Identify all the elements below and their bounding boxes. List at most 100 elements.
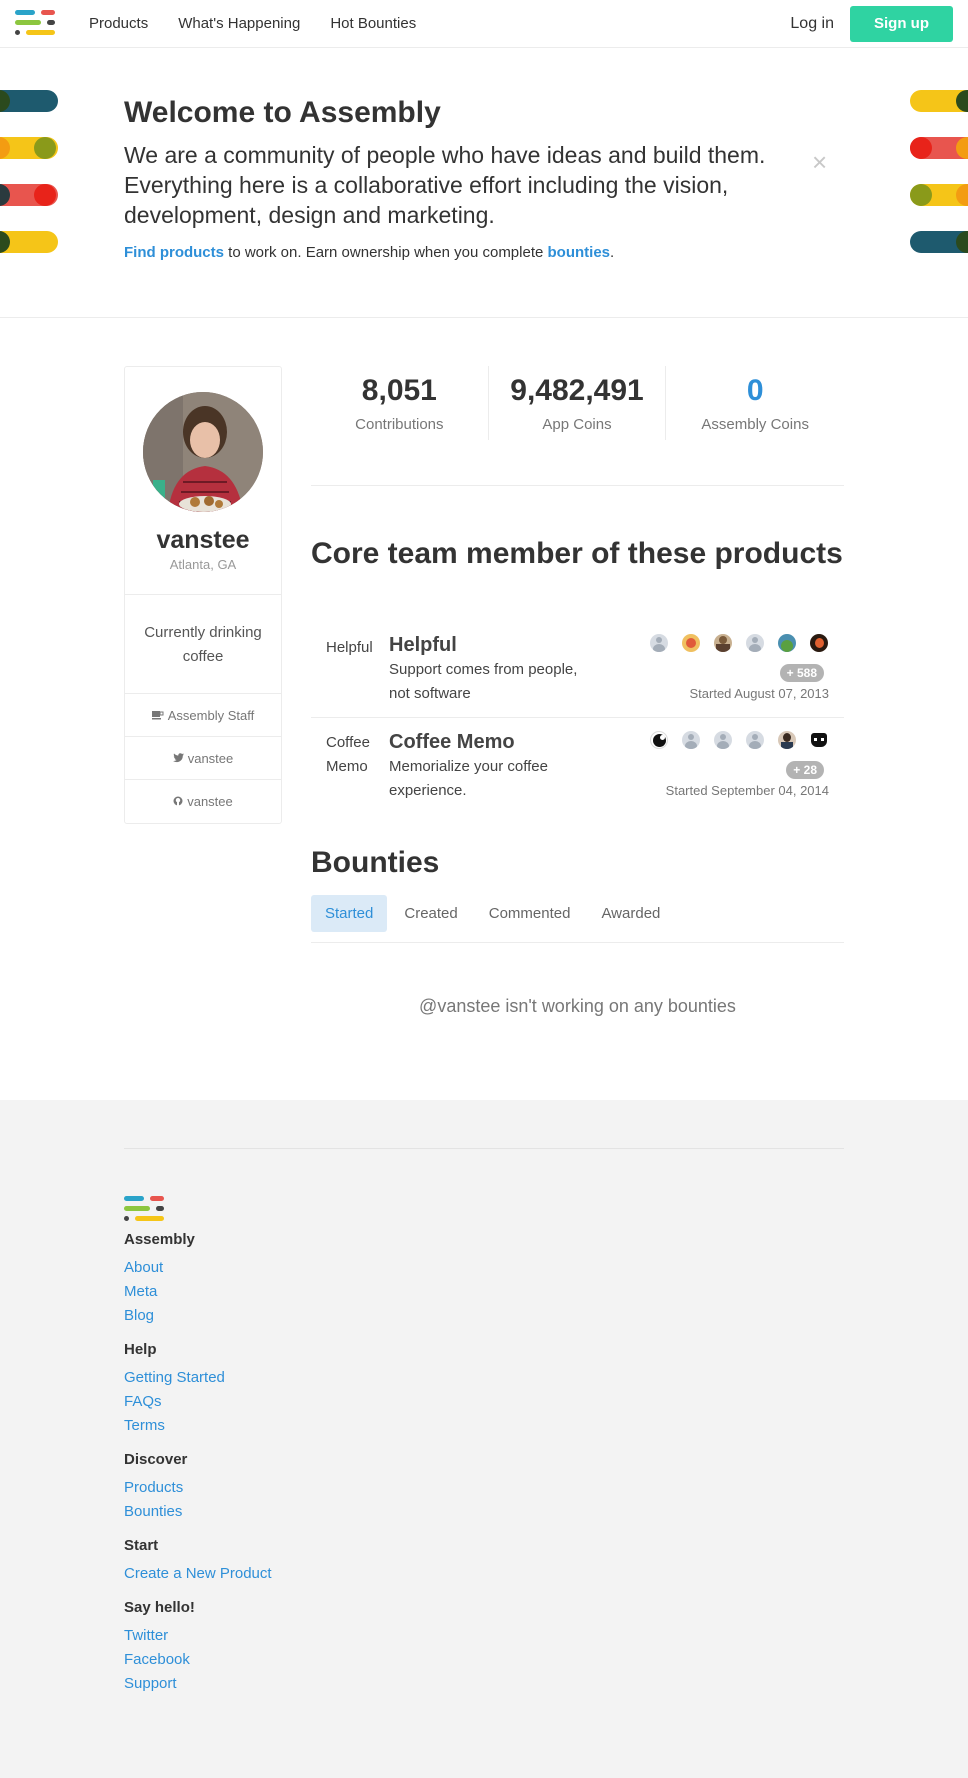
product-desc: Support comes from people, not software [389, 661, 578, 702]
avatar [143, 392, 263, 512]
footer-terms-link[interactable]: Terms [124, 1414, 272, 1438]
login-link[interactable]: Log in [790, 15, 834, 33]
stat-value: 9,482,491 [510, 374, 644, 407]
footer-links: Assembly About Meta Blog Help Getting St… [124, 1228, 272, 1696]
staff-row: Assembly Staff [125, 694, 281, 737]
staff-label: Assembly Staff [167, 708, 255, 723]
product-started-date: Started August 07, 2013 [689, 686, 830, 701]
more-members-badge[interactable]: + 28 [786, 761, 824, 779]
welcome-sub-end: . [610, 244, 615, 261]
twitter-row[interactable]: vanstee [125, 737, 281, 780]
footer-say-hello-heading: Say hello! [124, 1599, 195, 1616]
product-short-name: Helpful [326, 639, 373, 656]
product-member-avatars [650, 731, 828, 749]
stat-value: 8,051 [361, 374, 437, 407]
nav-products-link[interactable]: Products [89, 15, 148, 32]
footer-twitter-link[interactable]: Twitter [124, 1624, 272, 1648]
footer-discover-heading: Discover [124, 1451, 188, 1468]
decor-pill-icon [0, 231, 58, 253]
product-name-link[interactable]: Helpful [389, 634, 457, 657]
footer-about-link[interactable]: About [124, 1256, 272, 1280]
nav-whats-happening-link[interactable]: What's Happening [178, 15, 300, 32]
product-member-avatars [650, 634, 828, 652]
footer-blog-link[interactable]: Blog [124, 1304, 272, 1328]
welcome-sub-text: to work on. Earn ownership when you comp… [224, 244, 548, 261]
footer-divider [124, 1148, 844, 1149]
decor-pill-icon [0, 90, 58, 112]
welcome-sub: Find products to work on. Earn ownership… [124, 244, 844, 261]
nav-hot-bounties-link[interactable]: Hot Bounties [330, 15, 416, 32]
welcome-title: Welcome to Assembly [124, 96, 441, 129]
footer-faqs-link[interactable]: FAQs [124, 1390, 272, 1414]
member-avatar[interactable] [650, 634, 668, 652]
tab-created[interactable]: Created [390, 895, 471, 932]
stat-label: App Coins [542, 416, 612, 433]
member-avatar[interactable] [746, 634, 764, 652]
member-avatar[interactable] [778, 731, 796, 749]
member-avatar[interactable] [810, 731, 828, 749]
welcome-content: Welcome to Assembly We are a community o… [124, 96, 844, 261]
core-team-heading: Core team member of these products [311, 537, 843, 570]
bounties-heading: Bounties [311, 846, 440, 879]
footer-getting-started-link[interactable]: Getting Started [124, 1366, 272, 1390]
stat-assembly-coins: 0 Assembly Coins [666, 366, 844, 440]
close-icon[interactable]: × [812, 149, 827, 175]
decor-pill-icon [0, 137, 58, 159]
member-avatar[interactable] [714, 731, 732, 749]
stat-contributions: 8,051 Contributions [311, 366, 489, 440]
member-avatar[interactable] [650, 731, 668, 749]
welcome-lead: We are a community of people who have id… [124, 142, 766, 228]
stat-value: 0 [746, 374, 764, 407]
product-desc: Memorialize your coffee experience. [389, 758, 548, 799]
stat-label: Contributions [355, 416, 444, 433]
profile-username: vanstee [156, 526, 250, 554]
footer-create-product-link[interactable]: Create a New Product [124, 1562, 272, 1586]
footer-start-heading: Start [124, 1537, 159, 1554]
stats-bar: 8,051 Contributions 9,482,491 App Coins … [311, 366, 844, 486]
bounties-empty-message: @vanstee isn't working on any bounties [419, 996, 736, 1016]
decor-pill-icon [0, 184, 58, 206]
footer-facebook-link[interactable]: Facebook [124, 1648, 272, 1672]
twitter-handle[interactable]: vanstee [188, 751, 234, 766]
find-products-link[interactable]: Find products [124, 244, 224, 261]
product-name-link[interactable]: Coffee Memo [389, 731, 515, 754]
tab-started[interactable]: Started [311, 895, 388, 932]
github-row[interactable]: vanstee [125, 780, 281, 823]
footer: Assembly About Meta Blog Help Getting St… [0, 1100, 968, 1778]
profile-location: Atlanta, GA [125, 557, 281, 595]
footer-logo-icon[interactable] [124, 1196, 168, 1224]
product-row-helpful[interactable]: Helpful Helpful Support comes from peopl… [311, 634, 844, 718]
footer-brand: Assembly [124, 1231, 195, 1248]
member-avatar[interactable] [714, 634, 732, 652]
assembly-logo-icon[interactable] [15, 9, 59, 38]
stat-label: Assembly Coins [701, 416, 809, 433]
bounty-tabs: Started Created Commented Awarded [311, 895, 844, 943]
coffee-cup-icon [151, 696, 164, 739]
decor-pill-icon [910, 137, 968, 159]
footer-meta-link[interactable]: Meta [124, 1280, 272, 1304]
github-handle[interactable]: vanstee [187, 794, 233, 809]
top-nav: Products What's Happening Hot Bounties L… [0, 0, 968, 48]
decor-pill-icon [910, 231, 968, 253]
member-avatar[interactable] [682, 731, 700, 749]
member-avatar[interactable] [746, 731, 764, 749]
profile-bio: Currently drinking coffee [125, 595, 281, 694]
tab-commented[interactable]: Commented [475, 895, 585, 932]
twitter-icon [172, 739, 184, 782]
tab-awarded[interactable]: Awarded [587, 895, 674, 932]
signup-button[interactable]: Sign up [850, 5, 953, 42]
footer-bounties-link[interactable]: Bounties [124, 1500, 272, 1524]
footer-help-heading: Help [124, 1341, 157, 1358]
member-avatar[interactable] [810, 634, 828, 652]
member-avatar[interactable] [778, 634, 796, 652]
footer-support-link[interactable]: Support [124, 1672, 272, 1696]
stat-app-coins: 9,482,491 App Coins [489, 366, 667, 440]
decor-pill-icon [910, 90, 968, 112]
product-short-name: Coffee Memo [326, 734, 370, 775]
more-members-badge[interactable]: + 588 [779, 664, 824, 682]
github-icon [173, 782, 183, 825]
bounties-link[interactable]: bounties [548, 244, 611, 261]
footer-products-link[interactable]: Products [124, 1476, 272, 1500]
decor-pill-icon [910, 184, 968, 206]
member-avatar[interactable] [682, 634, 700, 652]
